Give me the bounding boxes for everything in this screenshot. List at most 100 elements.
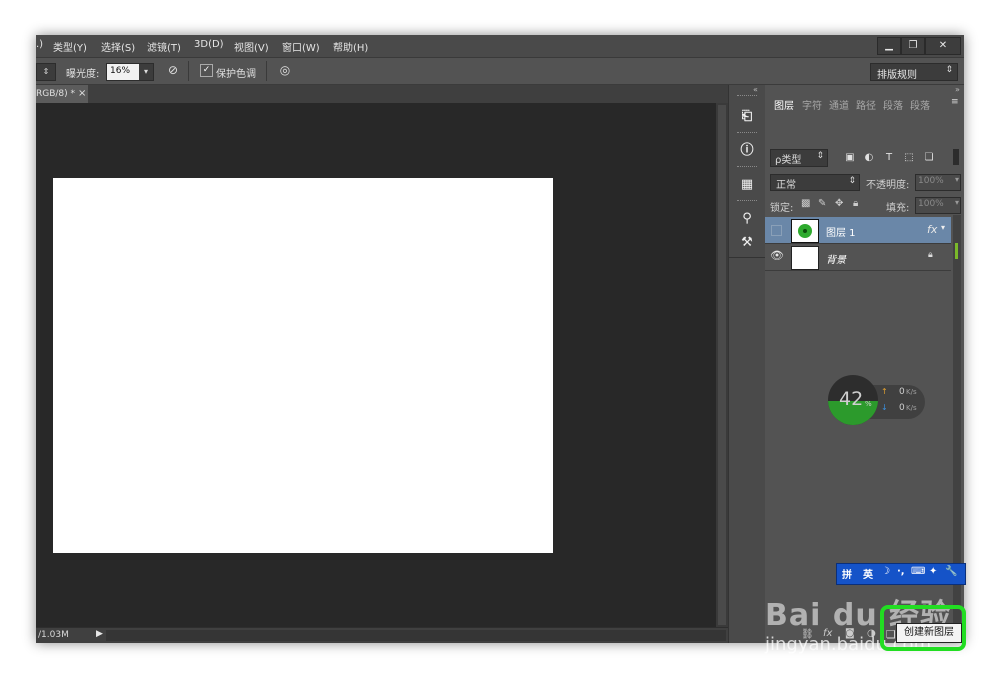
workspace-dropdown[interactable]: 排版规则 ⇕	[870, 63, 958, 81]
lock-all-icon[interactable]: 🔒︎	[853, 198, 858, 209]
status-bar: /1.03M ▶	[36, 627, 728, 643]
brush-presets-icon[interactable]: ⚲	[734, 207, 760, 231]
menu-item-filter[interactable]: 滤镜(T)	[147, 39, 181, 54]
document-tab-label: RGB/8) *	[36, 89, 76, 99]
minimize-button[interactable]: ▁	[877, 37, 901, 55]
options-bar: ⇕ 曝光度: 16% ▾ ⊘ ✓ 保护色调 ◎ 排版规则 ⇕	[36, 58, 964, 85]
canvas-area[interactable]	[36, 103, 716, 627]
lock-image-icon[interactable]: ✎	[818, 198, 826, 209]
ime-pinyin-icon[interactable]: 拼	[842, 566, 852, 581]
layer-row-layer1[interactable]: 图层 1 fx ▾	[765, 217, 951, 244]
scrollbar-thumb[interactable]	[718, 105, 726, 625]
tab-layers[interactable]: 图层	[774, 97, 794, 112]
punctuation-icon[interactable]: ·,	[897, 566, 905, 577]
fill-field[interactable]: 100% ▾	[915, 197, 961, 214]
info-icon[interactable]: ⓘ	[734, 139, 760, 163]
tool-preset-dropdown[interactable]: ⇕	[36, 63, 56, 81]
close-icon[interactable]: ×	[78, 85, 86, 103]
type-filter-icon[interactable]: T	[882, 151, 896, 165]
pixel-filter-icon[interactable]: ▣	[843, 151, 857, 165]
dock-grip[interactable]	[737, 95, 757, 98]
protect-tone-checkbox[interactable]: ✓	[200, 64, 213, 77]
exposure-field[interactable]: 16% ▾	[106, 63, 154, 81]
smart-object-filter-icon[interactable]: ❏	[922, 151, 936, 165]
document-canvas[interactable]	[53, 178, 553, 553]
layer-row-background[interactable]: 👁︎ 背景 🔒︎	[765, 244, 951, 271]
adjustment-filter-icon[interactable]: ◐	[862, 151, 876, 165]
download-unit: K/s	[906, 404, 917, 412]
pressure-size-icon[interactable]: ◎	[276, 63, 294, 79]
layer-name[interactable]: 图层 1	[826, 224, 856, 239]
chevron-down-icon: ▾	[954, 175, 959, 184]
tab-paths[interactable]: 路径	[856, 97, 876, 112]
panel-menu-icon[interactable]: ≡	[951, 97, 959, 107]
canvas-vertical-scrollbar[interactable]	[716, 103, 728, 627]
network-monitor-widget: 42 % ↑ 0 K/s ↓ 0 K/s	[792, 375, 925, 425]
layer-name[interactable]: 背景	[826, 251, 846, 266]
opacity-field[interactable]: 100% ▾	[915, 174, 961, 191]
restore-button[interactable]: ❐	[901, 37, 925, 55]
menu-bar: .) 类型(Y) 选择(S) 滤镜(T) 3D(D) 视图(V) 窗口(W) 帮…	[36, 35, 964, 58]
layers-panel: » 图层 字符 通道 路径 段落 段落 ≡ ρ类型 ⇕ ▣ ◐ T ⬚ ❏ 正常…	[765, 85, 964, 643]
menu-item-3d[interactable]: 3D(D)	[194, 39, 224, 50]
lock-transparent-icon[interactable]: ▩	[801, 198, 810, 209]
dock-grip[interactable]	[737, 200, 757, 203]
chevron-down-icon: ⇕	[848, 176, 856, 186]
workspace-label: 排版规则	[877, 70, 917, 81]
horizontal-scrollbar[interactable]	[106, 630, 726, 641]
collapse-arrows-icon[interactable]: «	[753, 85, 758, 94]
moon-icon[interactable]: ☽	[881, 566, 890, 577]
blend-mode-dropdown[interactable]: 正常 ⇕	[770, 174, 860, 191]
filter-toggle[interactable]	[953, 149, 959, 165]
status-menu-arrow-icon[interactable]: ▶	[96, 629, 103, 639]
chevron-down-icon[interactable]: ▾	[139, 64, 153, 80]
layer-filter-dropdown[interactable]: ρ类型 ⇕	[770, 149, 828, 167]
ime-toolbar[interactable]: 拼 英 ☽ ·, ⌨ ✦ 🔧	[836, 563, 966, 585]
visibility-toggle[interactable]	[771, 225, 782, 236]
chevron-down-icon: ⇕	[945, 65, 953, 75]
gauge-percent-unit: %	[865, 400, 872, 408]
document-tab[interactable]: RGB/8) * ×	[36, 85, 88, 103]
menu-item-file[interactable]: .)	[36, 39, 43, 50]
tab-character[interactable]: 字符	[802, 97, 822, 112]
download-speed: 0	[899, 403, 905, 413]
shape-filter-icon[interactable]: ⬚	[902, 151, 916, 165]
ime-english-icon[interactable]: 英	[863, 566, 873, 581]
dock-grip[interactable]	[737, 132, 757, 135]
new-layer-icon[interactable]: ❏	[886, 628, 896, 641]
airbrush-icon[interactable]: ⊘	[162, 63, 184, 79]
layer-thumbnail	[791, 246, 819, 270]
download-arrow-icon: ↓	[881, 403, 888, 412]
fill-value: 100%	[918, 199, 944, 209]
tab-channels[interactable]: 通道	[829, 97, 849, 112]
lock-icon: 🔒︎	[928, 250, 933, 260]
chevron-down-icon[interactable]: ▾	[941, 223, 945, 232]
lock-label: 锁定:	[770, 203, 794, 214]
layer-thumbnail	[791, 219, 819, 243]
exposure-value: 16%	[110, 66, 131, 76]
dock-grip[interactable]	[737, 166, 757, 169]
close-button[interactable]: ✕	[925, 37, 961, 55]
skin-icon[interactable]: ✦	[929, 566, 937, 577]
tab-paragraph-2[interactable]: 段落	[910, 97, 930, 112]
lock-position-icon[interactable]: ✥	[835, 198, 843, 209]
keyboard-icon[interactable]: ⌨	[911, 566, 925, 577]
menu-item-view[interactable]: 视图(V)	[234, 39, 269, 54]
thumbnail-center	[803, 229, 807, 233]
scrollbar-marker	[955, 243, 958, 259]
menu-item-window[interactable]: 窗口(W)	[282, 39, 320, 54]
eye-icon[interactable]: 👁︎	[770, 249, 784, 262]
opacity-value: 100%	[918, 176, 944, 186]
divider	[729, 257, 765, 258]
menu-item-help[interactable]: 帮助(H)	[333, 39, 368, 54]
tab-paragraph[interactable]: 段落	[883, 97, 903, 112]
menu-item-select[interactable]: 选择(S)	[101, 39, 135, 54]
expand-arrows-icon[interactable]: »	[955, 85, 960, 94]
divider	[188, 61, 189, 81]
wrench-icon[interactable]: 🔧	[945, 566, 957, 577]
menu-item-type[interactable]: 类型(Y)	[53, 39, 87, 54]
fx-icon[interactable]: fx	[927, 223, 937, 236]
swatches-icon[interactable]: ▦	[734, 173, 760, 197]
tool-presets-icon[interactable]: ⚒	[734, 231, 760, 255]
history-icon[interactable]: ⎗	[734, 105, 760, 129]
